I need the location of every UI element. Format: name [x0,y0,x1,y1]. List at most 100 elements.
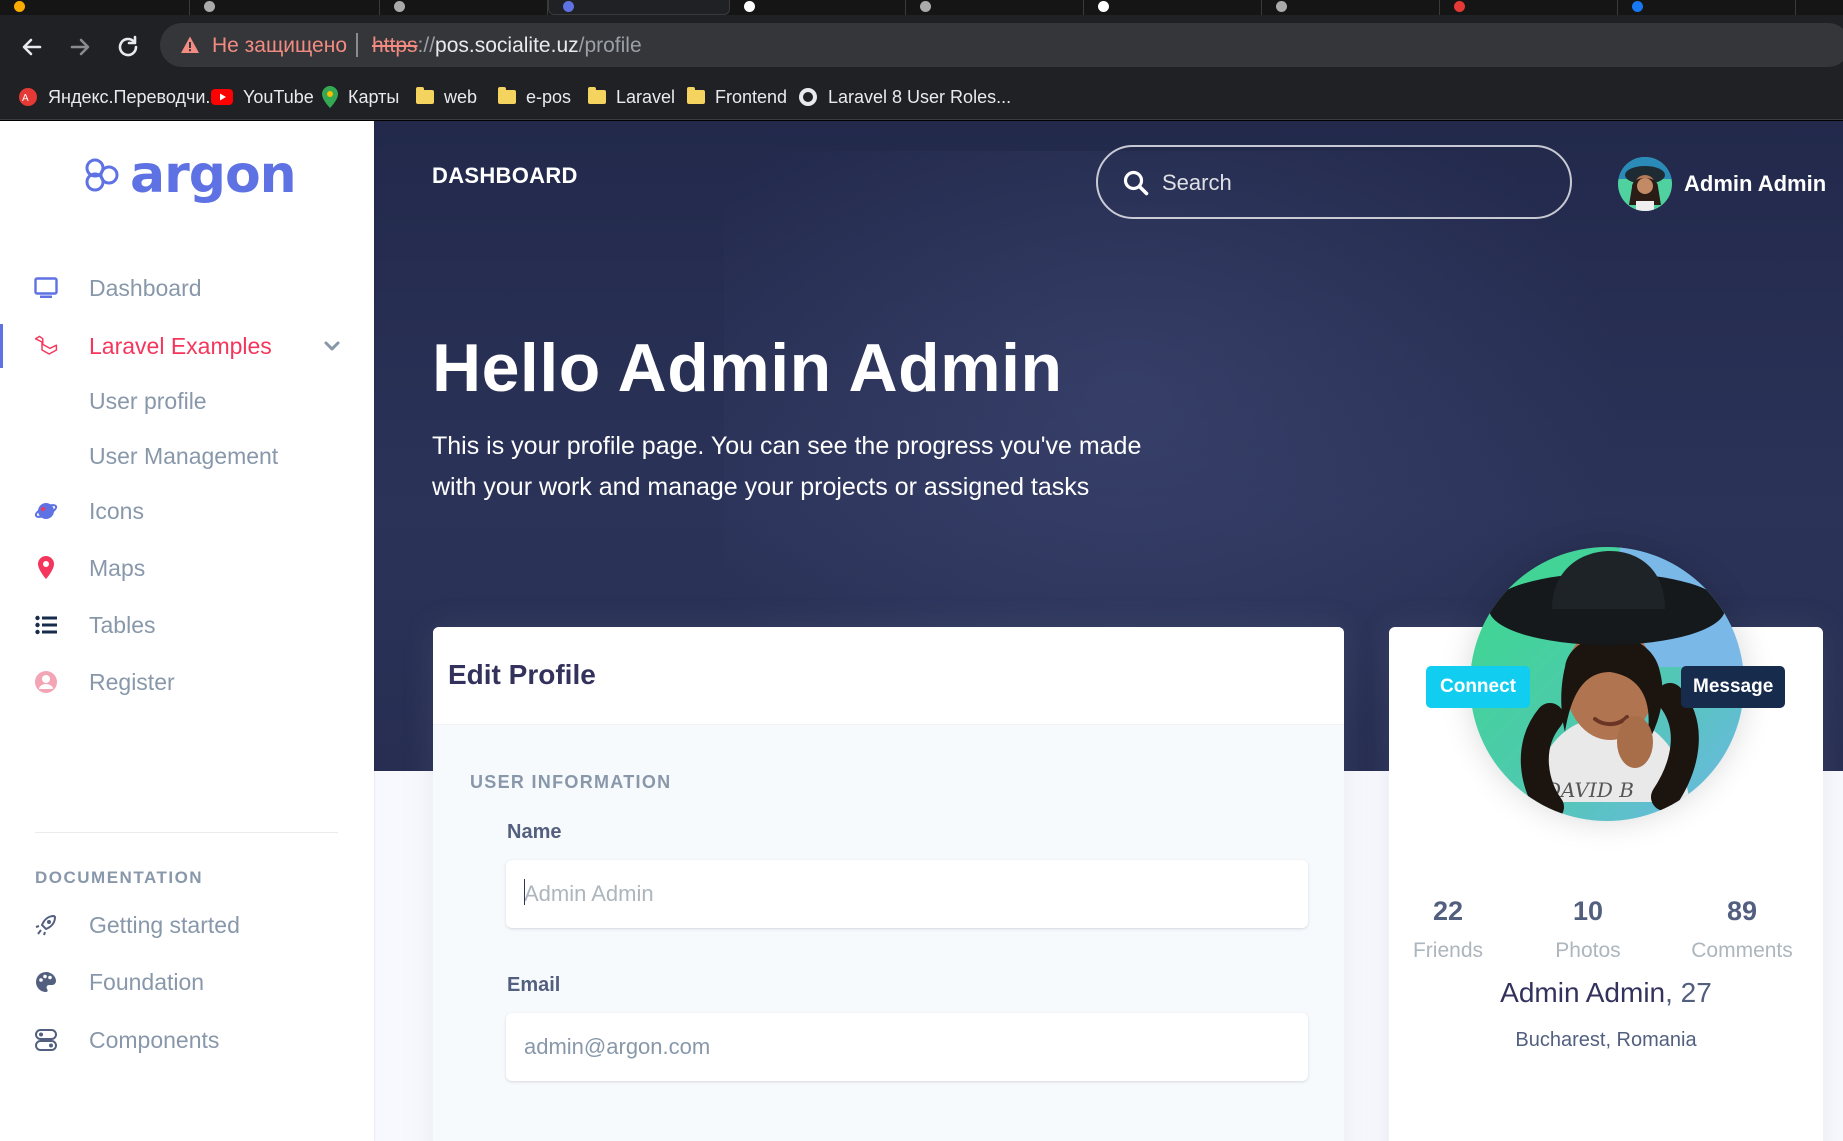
bookmark-label: Frontend [715,86,788,107]
bookmark-folder-frontend[interactable]: Frontend [687,83,787,111]
bookmark-label: YouTube [243,86,314,107]
hero-title: Hello Admin Admin [432,330,1063,406]
bookmark-label: Laravel 8 User Roles... [828,86,1012,107]
stat-value: 89 [1726,896,1758,926]
omnibox-separator [356,33,358,57]
stat-friends: 22 Friends [1378,896,1518,963]
site-icon [799,88,817,106]
bookmark-folder-epos[interactable]: e-pos [498,83,571,111]
brand-logo[interactable]: argon [84,145,297,205]
sidebar-divider [35,832,338,833]
user-name[interactable]: Admin Admin [1684,171,1826,197]
sidebar-item-register[interactable]: Register [0,658,374,706]
argon-logo-icon [85,158,119,192]
browser-tab[interactable] [730,0,906,15]
sidebar-item-foundation[interactable]: Foundation [0,958,374,1006]
bookmark-label: Laravel [616,86,676,107]
sidebar-item-dashboard[interactable]: Dashboard [0,264,374,312]
sidebar-item-laravel-examples[interactable]: Laravel Examples [0,322,374,370]
bookmark-folder-web[interactable]: web [416,83,477,111]
bookmarks-bar: A Яндекс.Переводчи... YouTube Карты web … [0,75,1843,120]
stat-comments: 89 Comments [1672,896,1812,963]
browser-tabstrip [0,0,1843,15]
sidebar-item-label: Laravel Examples [89,332,272,359]
bookmark-maps[interactable]: Карты [322,83,399,111]
sidebar-item-user-profile[interactable]: User profile [0,377,374,425]
tab-favicon-icon [563,1,574,12]
url-text[interactable]: https://pos.socialite.uz/profile [372,34,642,58]
url-separator: :// [417,34,436,57]
sidebar-item-maps[interactable]: Maps [0,544,374,592]
bookmark-laravel-roles[interactable]: Laravel 8 User Roles... [798,83,1011,111]
browser-tab[interactable] [0,0,190,15]
stat-photos: 10 Photos [1518,896,1658,963]
tab-favicon-icon [394,1,405,12]
message-button[interactable]: Message [1681,666,1786,708]
sidebar-item-label: Getting started [89,911,240,938]
page-title[interactable]: DASHBOARD [432,163,578,189]
youtube-icon [211,89,233,105]
browser-tab[interactable] [906,0,1084,15]
profile-full-name: Admin Admin [1500,977,1666,1008]
tv-icon [34,276,58,300]
sidebar-item-label: Foundation [89,968,205,995]
sidebar-item-icons[interactable]: Icons [0,487,374,535]
sidebar-item-label: Register [89,668,175,695]
sidebar-item-user-management[interactable]: User Management [0,432,374,480]
laravel-icon [34,334,58,358]
search-box[interactable] [1096,145,1572,219]
search-input[interactable] [1162,165,1542,201]
folder-icon [498,87,516,104]
bookmark-label: Яндекс.Переводчи... [48,86,221,107]
bookmark-yandex-translate[interactable]: A Яндекс.Переводчи... [18,83,220,111]
sidebar-item-components[interactable]: Components [0,1016,374,1064]
browser-tab-active[interactable] [548,0,730,15]
browser-tab[interactable] [380,0,548,15]
bookmark-folder-laravel[interactable]: Laravel [588,83,675,111]
card-title: Edit Profile [448,659,596,690]
browser-tab[interactable] [1262,0,1440,15]
sidebar-item-getting-started[interactable]: Getting started [0,901,374,949]
hero-description: This is your profile page. You can see t… [432,432,1142,501]
chevron-down-icon[interactable] [323,337,341,355]
connect-button[interactable]: Connect [1426,666,1530,708]
page-viewport: argon Dashboard Laravel Examples User pr… [0,121,1843,1141]
profile-age: , 27 [1665,977,1712,1008]
card-header: Edit Profile [433,627,1344,725]
name-field[interactable] [506,860,1308,928]
browser-tab[interactable] [1440,0,1618,15]
tab-favicon-icon [1098,1,1109,12]
sidebar-item-label: Maps [89,554,146,581]
sidebar-item-label: Components [89,1026,220,1053]
browser-toolbar: Не защищено https://pos.socialite.uz/pro… [0,15,1843,75]
planet-icon [34,499,58,523]
email-field[interactable] [506,1013,1308,1081]
browser-tab[interactable] [1084,0,1262,15]
documentation-heading: DOCUMENTATION [35,868,204,887]
brand-name: argon [130,145,297,205]
reload-icon[interactable] [114,33,142,61]
sidebar-item-label: User profile [89,387,207,414]
user-menu[interactable]: Admin Admin [1618,157,1826,211]
address-bar[interactable]: Не защищено https://pos.socialite.uz/pro… [160,23,1843,67]
sidebar-item-label: Tables [89,611,156,638]
forward-arrow-icon[interactable] [66,33,94,61]
sidebar-item-tables[interactable]: Tables [0,601,374,649]
stat-label: Photos [1555,939,1621,962]
stat-label: Friends [1412,939,1484,962]
browser-tab[interactable] [190,0,380,15]
tab-favicon-icon [14,1,25,12]
back-arrow-icon[interactable] [18,33,46,61]
not-secure-label[interactable]: Не защищено [212,34,347,58]
profile-location: Bucharest, Romania [1515,1029,1697,1051]
stat-label: Comments [1691,939,1793,962]
tab-favicon-icon [1276,1,1287,12]
browser-tab[interactable] [1618,0,1796,15]
avatar[interactable] [1618,157,1672,211]
yandex-translate-icon: A [19,88,37,106]
bookmark-youtube[interactable]: YouTube [211,83,314,111]
tab-favicon-icon [1454,1,1465,12]
stat-value: 22 [1432,896,1464,926]
sidebar: argon Dashboard Laravel Examples User pr… [0,121,374,1141]
warning-icon [181,36,199,53]
